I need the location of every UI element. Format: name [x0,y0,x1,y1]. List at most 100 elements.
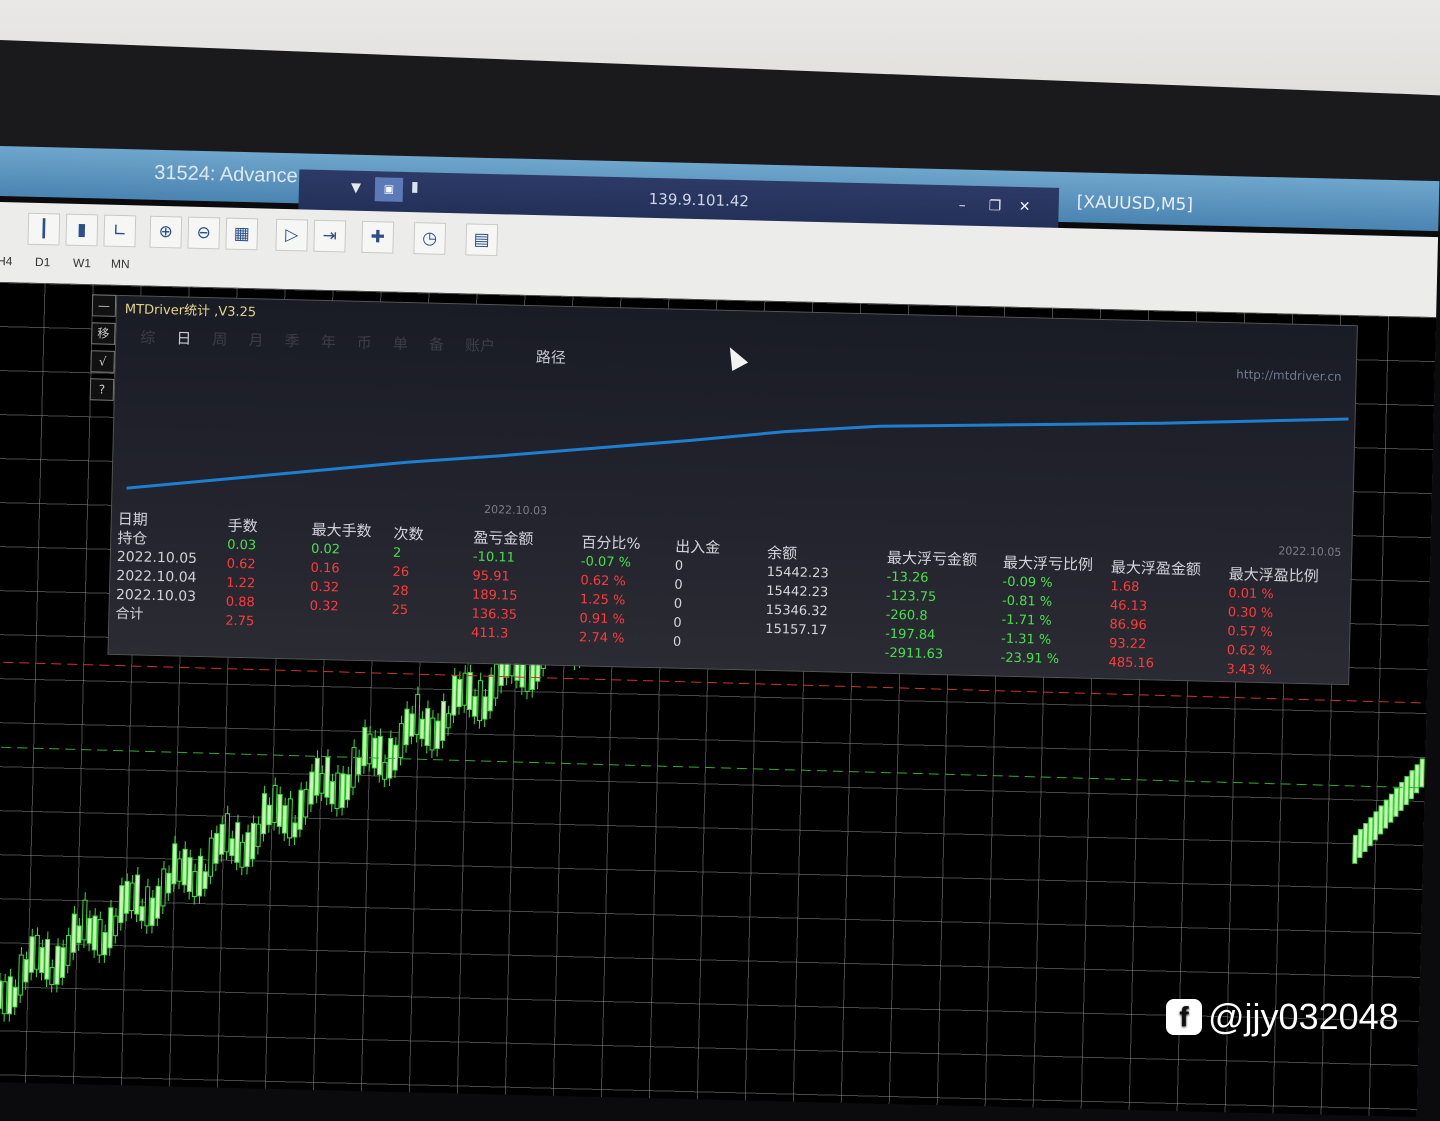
candle [282,798,287,842]
candle [219,816,224,862]
max-float-loss-value: -197.84 [885,625,975,646]
header-max-float-loss-pct: 最大浮亏比例 [1003,552,1094,575]
max-float-profit-pct-value: 0.57 % [1227,622,1317,643]
take-profit-line [0,747,1425,788]
zoom-out-icon[interactable]: ⊖ [187,217,220,250]
mtdriver-url[interactable]: http://mtdriver.cn [1236,367,1342,384]
tab-account[interactable]: 账户 [465,334,496,356]
candle [261,786,266,842]
candle [335,765,340,817]
chart-bars-icon[interactable]: ┃ [27,213,60,246]
candle [50,960,55,993]
count-value: 25 [391,601,421,621]
tab-summary[interactable]: 综 [140,326,156,347]
candle [457,671,462,714]
candle [362,720,367,774]
candle [240,834,245,875]
window-title: 31524: Advance [154,162,298,188]
candle [415,686,420,742]
candle [467,665,472,718]
candle [129,875,134,919]
tab-day[interactable]: 日 [176,327,192,348]
pnl-value: 136.35 [471,605,531,625]
max-float-profit-pct-value: 0.62 % [1227,641,1317,662]
equity-curve-chart [126,356,1349,526]
restore-icon[interactable]: ❐ [988,198,1001,214]
candle [235,815,240,871]
max-float-loss-pct-value: -23.91 % [1000,649,1090,670]
zoom-in-icon[interactable]: ⊕ [149,216,182,249]
count-value: 2 [393,544,423,564]
max-lots-value: 0.02 [311,540,371,560]
tab-week[interactable]: 周 [212,328,228,349]
candle [135,867,140,922]
pnl-value: 411.3 [471,624,531,644]
candle [277,786,282,834]
period-d1[interactable]: D1 [35,255,51,269]
candle [166,865,171,901]
panel-title: MTDriver统计 ,V3.25 [125,298,257,320]
tab-year[interactable]: 年 [320,331,336,352]
tab-symbol[interactable]: 币 [357,332,373,353]
lots-value: 2.75 [225,612,255,632]
app-window-icon[interactable]: ▣ [375,177,404,202]
header-pnl: 盈亏金额 [473,527,534,549]
header-lots: 手数 [227,515,258,537]
chevron-down-icon[interactable]: ▼ [351,181,361,196]
candle [435,713,440,757]
candle [102,925,107,963]
period-w1[interactable]: W1 [73,256,91,270]
candle [340,766,345,816]
candle [256,816,261,854]
candle [161,861,166,914]
close-icon[interactable]: ✕ [1018,199,1030,215]
candle [92,908,97,958]
candle [367,726,372,772]
header-percent: 百分比% [581,531,641,553]
tab-month[interactable]: 月 [248,329,264,350]
auto-scroll-icon[interactable]: ▷ [275,219,308,252]
candle [55,938,60,992]
tab-order[interactable]: 单 [393,333,409,354]
col-max-float-loss-pct: 最大浮亏比例 -0.09 % -0.81 % -1.71 % -1.31 % -… [1000,552,1093,670]
tab-quarter[interactable]: 季 [284,330,300,351]
minimize-icon[interactable]: – [958,197,965,213]
curve-start-date: 2022.10.03 [484,503,547,518]
candle [488,667,493,719]
candle [287,791,292,846]
candle [303,781,308,824]
clock-icon[interactable]: ◷ [413,222,446,255]
candle [462,665,467,713]
chart-candles-icon[interactable]: ▮ [65,214,98,247]
period-h4[interactable]: H4 [0,254,13,268]
candle [87,910,92,951]
new-order-icon[interactable]: ✚ [361,221,394,254]
templates-icon[interactable]: ▤ [465,223,498,256]
max-float-profit-value: 46.13 [1110,596,1200,617]
price-chart[interactable]: — 移 √ ? MTDriver统计 ,V3.25 综 日 周 月 季 年 币 … [0,282,1436,1117]
panel-move-button[interactable]: 移 [91,322,116,345]
count-value: 28 [392,582,422,602]
panel-help-button[interactable]: ? [90,378,115,401]
max-lots-value: 0.32 [309,597,369,617]
candle [192,864,197,905]
period-mn[interactable]: MN [111,257,130,271]
candle [245,825,250,875]
candle [309,764,314,812]
candle [29,929,34,981]
chart-shift-icon[interactable]: ⇥ [313,220,346,253]
candle [320,765,325,801]
balance-value: 15442.23 [766,582,828,603]
candle [13,979,18,1015]
chart-line-icon[interactable]: ∟ [103,215,136,248]
candle [45,931,50,987]
max-float-loss-value: -123.75 [886,587,976,608]
candle [177,851,182,889]
tile-windows-icon[interactable]: ▦ [225,218,258,251]
panel-check-button[interactable]: √ [90,350,115,373]
tab-note[interactable]: 备 [429,334,445,355]
candle [330,774,335,812]
panel-collapse-button[interactable]: — [92,294,117,317]
deposit-value: 0 [675,557,720,577]
candle [39,940,44,981]
